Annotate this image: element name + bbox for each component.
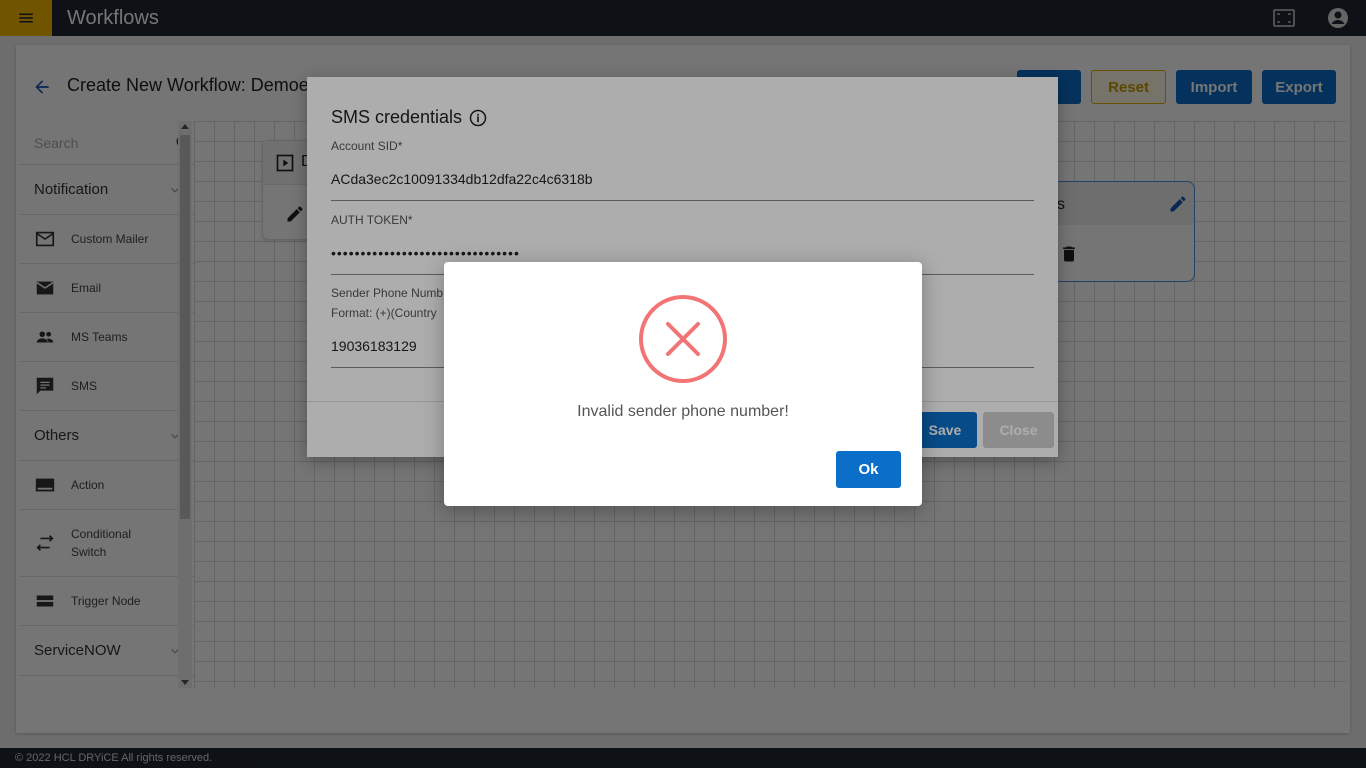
error-alert-dialog: Invalid sender phone number! Ok [444, 262, 922, 506]
alert-message: Invalid sender phone number! [577, 403, 789, 420]
error-x-icon [639, 295, 727, 383]
ok-button[interactable]: Ok [836, 451, 901, 488]
